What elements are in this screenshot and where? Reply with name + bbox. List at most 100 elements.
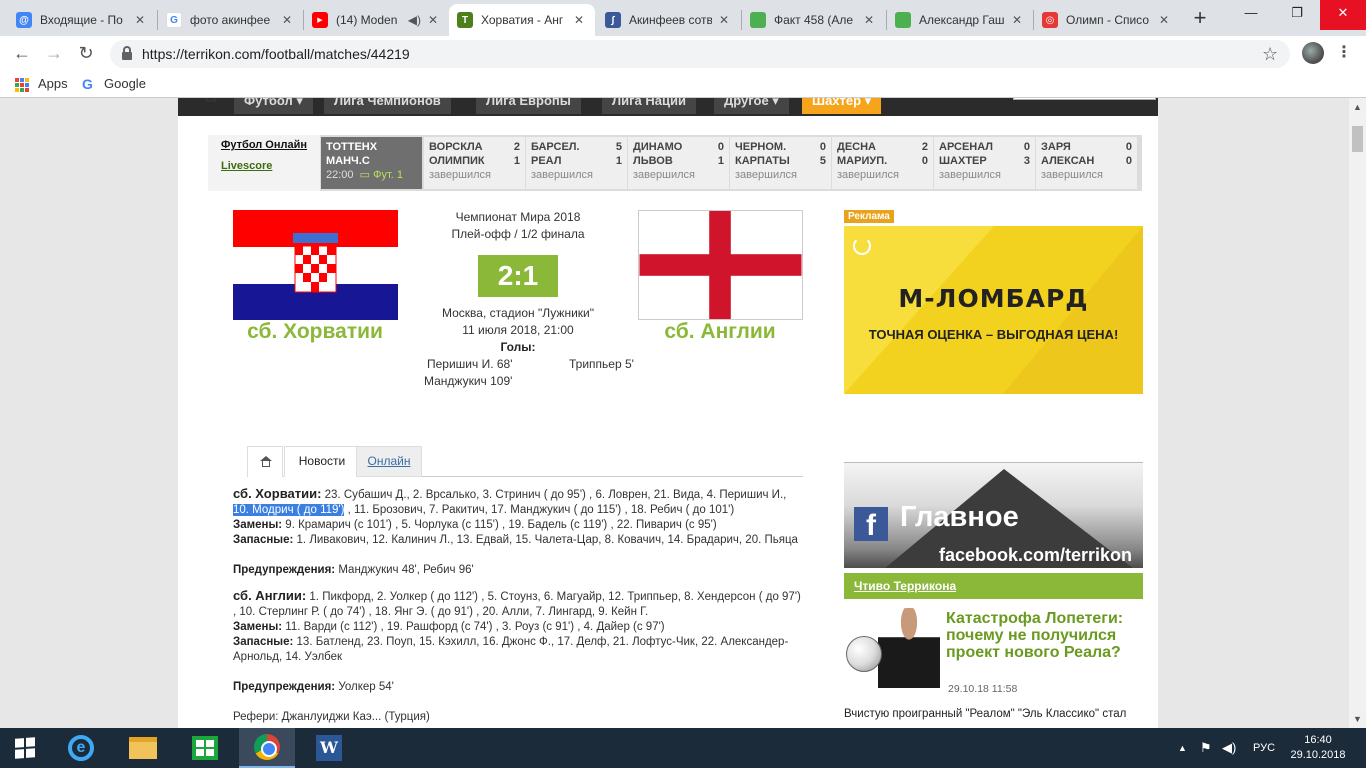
profile-avatar[interactable]	[1302, 42, 1324, 64]
flag-icon[interactable]: ⚑	[1200, 728, 1212, 768]
facebook-banner[interactable]: f Главное facebook.com/terrikon	[844, 462, 1143, 568]
article-thumbnail[interactable]	[844, 606, 944, 688]
windows-taskbar: e W ▲ ⚑ ◀) РУС 16:40 29.10.2018	[0, 728, 1366, 768]
croatia-flag[interactable]	[233, 210, 398, 320]
away-warnings: Предупреждения: Уолкер 54'	[233, 681, 394, 693]
football-online-link[interactable]: Футбол Онлайн	[221, 138, 320, 152]
volume-icon[interactable]: ◀)	[1222, 728, 1236, 768]
scroll-down-icon[interactable]: ▼	[1353, 714, 1362, 724]
tournament-info: Чемпионат Мира 2018 Плей-офф / 1/2 финал…	[418, 209, 618, 243]
olimp-icon: ◎	[1042, 12, 1058, 28]
home-icon[interactable]	[206, 98, 216, 102]
menu-icon[interactable]: ⋮	[1336, 42, 1352, 62]
back-button[interactable]: ←	[10, 41, 34, 65]
close-icon[interactable]: ✕	[1156, 13, 1172, 27]
nav-other[interactable]: Другое ▾	[714, 98, 789, 114]
minimize-button[interactable]: —	[1228, 0, 1274, 30]
close-icon[interactable]: ✕	[861, 13, 877, 27]
close-icon[interactable]: ✕	[571, 13, 587, 27]
ad-label: Реклама	[844, 210, 894, 223]
away-team-link[interactable]: сб. Англии	[620, 320, 820, 344]
bookmark-star-icon[interactable]: ☆	[1262, 44, 1278, 65]
url-text[interactable]: https://terrikon.com/football/matches/44…	[142, 46, 410, 62]
speaker-icon[interactable]: ◀)	[408, 13, 421, 27]
tab-youtube[interactable]: ▶ (14) Moden ◀) ✕	[304, 4, 449, 36]
lock-icon[interactable]	[122, 46, 132, 60]
article-title[interactable]: Катастрофа Лопетеги: почему не получился…	[946, 610, 1142, 661]
close-icon[interactable]: ✕	[1009, 13, 1025, 27]
tournament-name[interactable]: Чемпионат Мира 2018	[418, 209, 618, 226]
tray-expand-icon[interactable]: ▲	[1178, 728, 1187, 768]
ticker-match[interactable]: ТОТТЕНХ МАНЧ.С 22:00 ▭ Фут. 1	[321, 137, 422, 189]
tab-home-icon[interactable]	[247, 446, 283, 477]
ad-slogan: ТОЧНАЯ ОЦЕНКА – ВЫГОДНАЯ ЦЕНА!	[868, 327, 1119, 342]
ticker-match[interactable]: ЧЕРНОМ. 0 КАРПАТЫ 5 завершился	[730, 137, 831, 189]
page-viewport: Футбол ▾ Лига Чемпионов Лига Европы Лига…	[0, 98, 1349, 728]
away-lineup: сб. Англии: 1. Пикфорд, 2. Уолкер ( до 1…	[233, 588, 801, 618]
scroll-thumb[interactable]	[1352, 126, 1363, 152]
omnibox[interactable]: https://terrikon.com/football/matches/44…	[110, 40, 1290, 68]
clock[interactable]: 16:40 29.10.2018	[1290, 733, 1346, 763]
nav-shakhtar[interactable]: Шахтер ▾	[802, 98, 882, 114]
tab-news[interactable]: Новости	[284, 446, 360, 477]
nav-nations-league[interactable]: Лига Наций	[602, 98, 696, 114]
forward-button[interactable]: →	[42, 41, 66, 65]
tab-google-search[interactable]: G фото акинфее ✕	[158, 4, 303, 36]
apps-bookmark[interactable]: Apps	[38, 76, 68, 91]
site-search-input[interactable]	[1013, 98, 1156, 100]
nav-football[interactable]: Футбол ▾	[234, 98, 313, 114]
taskbar-ie[interactable]: e	[53, 728, 109, 768]
venue-info: Москва, стадион "Лужники" 11 июля 2018, …	[418, 305, 618, 339]
window-close-button[interactable]: ✕	[1320, 0, 1366, 30]
tab-title: Акинфеев сотв	[629, 13, 712, 27]
tab-inbox[interactable]: @ Входящие - По ✕	[8, 4, 156, 36]
nav-champions-league[interactable]: Лига Чемпионов	[324, 98, 451, 114]
ticker-match[interactable]: БАРСЕЛ. 5 РЕАЛ 1 завершился	[526, 137, 627, 189]
apps-grid-icon[interactable]	[15, 78, 29, 92]
google-bookmark[interactable]: Google	[104, 76, 146, 91]
home-team-link[interactable]: сб. Хорватии	[215, 320, 415, 344]
page-scrollbar[interactable]: ▲ ▼	[1349, 98, 1366, 728]
tab-akinfeev[interactable]: ∫ Акинфеев сотв ✕	[597, 4, 740, 36]
ticker-match[interactable]: ДЕСНА 2 МАРИУП. 0 завершился	[832, 137, 933, 189]
taskbar-explorer[interactable]	[115, 728, 171, 768]
home-goal: Перишич И. 68'	[427, 357, 513, 371]
youtube-icon: ▶	[312, 12, 328, 28]
ticker-match[interactable]: ДИНАМО 0 ЛЬВОВ 1 завершился	[628, 137, 729, 189]
tab-online[interactable]: Онлайн	[356, 446, 422, 477]
ticker-match[interactable]: ВОРСКЛА 2 ОЛИМПИК 1 завершился	[424, 137, 525, 189]
close-icon[interactable]: ✕	[425, 13, 441, 27]
reads-header-link[interactable]: Чтиво Террикона	[854, 579, 956, 593]
ticker-links: Футбол Онлайн Livescore	[208, 135, 320, 191]
windows-icon	[15, 737, 35, 759]
ad-banner[interactable]: М-ЛОМБАРД ТОЧНАЯ ОЦЕНКА – ВЫГОДНАЯ ЦЕНА!	[844, 226, 1143, 394]
taskbar-word[interactable]: W	[301, 728, 357, 768]
tab-fact-458[interactable]: Факт 458 (Але ✕	[742, 4, 885, 36]
selected-text[interactable]: 10. Модрич ( до 119')	[233, 504, 345, 516]
new-tab-button[interactable]: +	[1188, 6, 1212, 30]
tab-title: Олимп - Списо	[1066, 13, 1149, 27]
scroll-up-icon[interactable]: ▲	[1353, 102, 1362, 112]
ticker-match[interactable]: ЗАРЯ 0 АЛЕКСАН 0 завершился	[1036, 137, 1137, 189]
tab-gashev[interactable]: Александр Гаш ✕	[887, 4, 1033, 36]
close-icon[interactable]: ✕	[716, 13, 732, 27]
tab-olimp[interactable]: ◎ Олимп - Списо ✕	[1034, 4, 1180, 36]
nav-europa-league[interactable]: Лига Европы	[476, 98, 581, 114]
start-button[interactable]	[0, 728, 50, 768]
ticker-match[interactable]: АРСЕНАЛ 0 ШАХТЕР 3 завершился	[934, 137, 1035, 189]
reload-button[interactable]: ↻	[74, 41, 98, 65]
tv-icon: ▭	[359, 169, 371, 181]
close-icon[interactable]: ✕	[279, 13, 295, 27]
language-indicator[interactable]: РУС	[1253, 728, 1275, 768]
england-flag[interactable]	[638, 210, 803, 320]
livescore-link[interactable]: Livescore	[221, 159, 320, 173]
taskbar-chrome[interactable]	[239, 728, 295, 768]
taskbar-store[interactable]	[177, 728, 233, 768]
tab-croatia-england[interactable]: T Хорватия - Анг ✕	[449, 4, 595, 36]
restore-button[interactable]: ❐	[1274, 0, 1320, 30]
close-icon[interactable]: ✕	[132, 13, 148, 27]
clock-time: 16:40	[1304, 734, 1332, 746]
facebook-banner-url: facebook.com/terrikon	[939, 545, 1133, 565]
replay-icon[interactable]	[853, 237, 871, 255]
sheet-icon	[895, 12, 911, 28]
